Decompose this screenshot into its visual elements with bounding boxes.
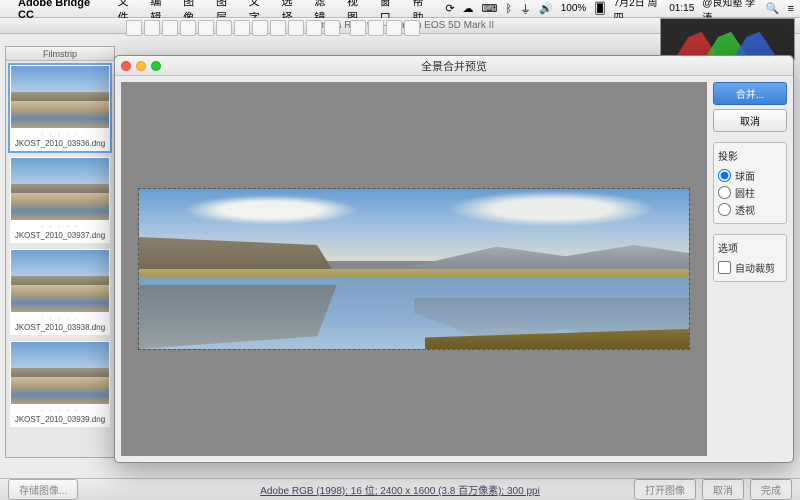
battery-icon[interactable]: 🂠 — [594, 2, 605, 15]
thumbnail[interactable]: . . . . . JKOST_2010_03937.dng — [10, 157, 110, 243]
thumbnail-filename: JKOST_2010_03938.dng — [11, 321, 109, 334]
keyboard-icon[interactable]: ⌨︎ — [482, 2, 498, 15]
done-button[interactable]: 完成 — [750, 479, 792, 500]
bluetooth-icon[interactable]: ᛒ — [505, 3, 512, 15]
projection-cylindrical-label: 圆柱 — [735, 185, 755, 200]
histogram-panel[interactable] — [660, 18, 795, 60]
dialog-titlebar[interactable]: 全景合并预览 — [115, 56, 793, 76]
options-label: 选项 — [718, 240, 782, 255]
wifi-icon[interactable]: ⏚ — [520, 1, 531, 17]
sync-icon[interactable]: ⟳ — [445, 2, 454, 15]
thumbnail-rating[interactable]: . . . . . — [11, 312, 109, 321]
thumbnail-image — [11, 250, 109, 312]
cancel-button[interactable]: 取消 — [702, 479, 744, 500]
spotlight-icon[interactable]: 🔍 — [766, 2, 780, 15]
thumbnail[interactable]: . . . . . JKOST_2010_03938.dng — [10, 249, 110, 335]
open-image-button[interactable]: 打开图像 — [634, 479, 696, 500]
dialog-cancel-button[interactable]: 取消 — [713, 109, 787, 132]
projection-perspective[interactable]: 透视 — [718, 201, 782, 218]
thumbnail[interactable]: . . . . . JKOST_2010_03939.dng — [10, 341, 110, 427]
thumbnail-filename: JKOST_2010_03936.dng — [11, 137, 109, 150]
projection-perspective-radio[interactable] — [718, 203, 731, 216]
projection-spherical-radio[interactable] — [718, 169, 731, 182]
time-text[interactable]: 01:15 — [669, 3, 694, 14]
tool-colorsampler[interactable] — [180, 20, 196, 36]
panorama-merge-dialog: 全景合并预览 合并... 取消 投影 — [114, 55, 794, 463]
tool-spotremoval[interactable] — [252, 20, 268, 36]
thumbnail-filename: JKOST_2010_03937.dng — [11, 229, 109, 242]
auto-crop-option[interactable]: 自动裁剪 — [718, 259, 782, 276]
tool-trash[interactable] — [404, 20, 420, 36]
tool-adjustbrush[interactable] — [288, 20, 304, 36]
projection-perspective-label: 透视 — [735, 202, 755, 217]
thumbnail[interactable]: . . . . . JKOST_2010_03936.dng — [10, 65, 110, 151]
auto-crop-checkbox[interactable] — [718, 261, 731, 274]
camera-raw-bottombar: 存储图像... Adobe RGB (1998); 16 位; 2400 x 1… — [0, 478, 800, 500]
workflow-link[interactable]: Adobe RGB (1998); 16 位; 2400 x 1600 (3.8… — [260, 482, 540, 497]
tool-targeted[interactable] — [198, 20, 214, 36]
projection-cylindrical-radio[interactable] — [718, 186, 731, 199]
thumbnail-image — [11, 342, 109, 404]
save-image-button[interactable]: 存储图像... — [8, 479, 78, 500]
dialog-title: 全景合并预览 — [421, 58, 487, 74]
thumbnail-rating[interactable]: . . . . . — [11, 128, 109, 137]
projection-cylindrical[interactable]: 圆柱 — [718, 184, 782, 201]
panorama-preview[interactable] — [121, 82, 707, 456]
thumbnail-image — [11, 158, 109, 220]
dialog-sidebar: 合并... 取消 投影 球面 圆柱 透视 选项 — [713, 76, 793, 462]
filmstrip-panel: Filmstrip . . . . . JKOST_2010_03936.dng… — [5, 46, 115, 458]
projection-spherical-label: 球面 — [735, 168, 755, 183]
tool-zoom[interactable] — [126, 20, 142, 36]
projection-spherical[interactable]: 球面 — [718, 167, 782, 184]
tool-radialfilter[interactable] — [324, 20, 340, 36]
histogram-blue — [734, 32, 777, 57]
battery-text: 100% — [561, 3, 587, 14]
merge-button[interactable]: 合并... — [713, 82, 787, 105]
minimize-icon[interactable] — [136, 61, 146, 71]
zoom-icon[interactable] — [151, 61, 161, 71]
panorama-image — [139, 189, 690, 349]
projection-group: 投影 球面 圆柱 透视 — [713, 142, 787, 224]
options-group: 选项 自动裁剪 — [713, 234, 787, 282]
projection-label: 投影 — [718, 148, 782, 163]
notification-icon[interactable]: ≡ — [788, 3, 794, 15]
thumbnail-rating[interactable]: . . . . . — [11, 404, 109, 413]
tool-redeye[interactable] — [270, 20, 286, 36]
tool-gradfilter[interactable] — [306, 20, 322, 36]
auto-crop-label: 自动裁剪 — [735, 260, 775, 275]
tool-crop[interactable] — [216, 20, 232, 36]
thumbnail-image — [11, 66, 109, 128]
tool-rotate-cw[interactable] — [386, 20, 402, 36]
tool-rotate-ccw[interactable] — [368, 20, 384, 36]
thumbnail-filename: JKOST_2010_03939.dng — [11, 413, 109, 426]
window-controls — [121, 61, 161, 71]
thumbnail-rating[interactable]: . . . . . — [11, 220, 109, 229]
camera-raw-toolbar — [122, 18, 655, 38]
tool-straighten[interactable] — [234, 20, 250, 36]
filmstrip-header: Filmstrip — [6, 47, 114, 61]
tool-eyedropper[interactable] — [162, 20, 178, 36]
cloud-icon[interactable]: ☁︎ — [463, 2, 474, 15]
macos-menubar: Adobe Bridge CC 文件 编辑 图像 图层 文字 选择 滤镜 视图 … — [0, 0, 800, 18]
tool-hand[interactable] — [144, 20, 160, 36]
tool-prefs[interactable] — [350, 20, 366, 36]
close-icon[interactable] — [121, 61, 131, 71]
volume-icon[interactable]: 🔊 — [539, 2, 553, 15]
